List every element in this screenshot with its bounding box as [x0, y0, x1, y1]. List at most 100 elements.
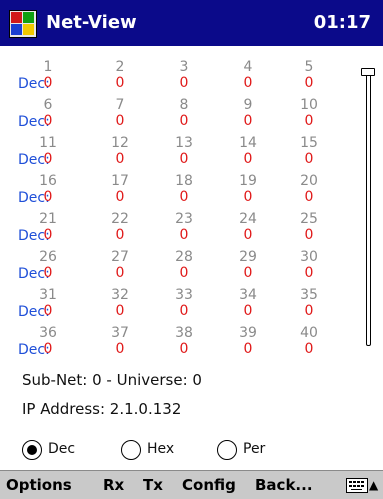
radio-dec-circle[interactable]: [22, 440, 42, 460]
channel-value[interactable]: 0: [28, 304, 68, 319]
channel-value[interactable]: 0: [289, 342, 329, 357]
radio-hex-label: Hex: [147, 441, 175, 457]
channel-value[interactable]: 0: [164, 342, 204, 357]
channel-value[interactable]: 0: [289, 114, 329, 129]
channel-cell[interactable]: 11 0: [28, 132, 68, 170]
channel-cell[interactable]: 32 0: [100, 284, 140, 322]
keyboard-icon[interactable]: [346, 478, 368, 493]
channel-value[interactable]: 0: [100, 228, 140, 243]
channel-cell[interactable]: 38 0: [164, 322, 204, 360]
channel-cell[interactable]: 37 0: [100, 322, 140, 360]
menu-tx[interactable]: Tx: [143, 471, 163, 499]
channel-cell[interactable]: 20 0: [289, 170, 329, 208]
channel-cell[interactable]: 30: [164, 56, 204, 94]
channel-value[interactable]: 0: [289, 304, 329, 319]
channel-cell[interactable]: 60: [28, 94, 68, 132]
clock[interactable]: 01:17: [314, 0, 371, 46]
channel-value[interactable]: 0: [289, 190, 329, 205]
channel-cell[interactable]: 33 0: [164, 284, 204, 322]
channel-value[interactable]: 0: [28, 152, 68, 167]
channel-value[interactable]: 0: [28, 190, 68, 205]
channel-value[interactable]: 0: [228, 114, 268, 129]
scroll-thumb[interactable]: [361, 68, 375, 76]
grid-row: Dec: 16 0 17 0 18 0 19 0 20 0: [0, 170, 360, 208]
channel-value[interactable]: 0: [28, 266, 68, 281]
channel-value[interactable]: 0: [228, 190, 268, 205]
channel-value[interactable]: 0: [228, 76, 268, 91]
channel-value[interactable]: 0: [164, 266, 204, 281]
channel-cell[interactable]: 70: [100, 94, 140, 132]
channel-cell[interactable]: 21 0: [28, 208, 68, 246]
channel-cell[interactable]: 13 0: [164, 132, 204, 170]
channel-value[interactable]: 0: [164, 228, 204, 243]
channel-value[interactable]: 0: [289, 76, 329, 91]
channel-value[interactable]: 0: [100, 76, 140, 91]
channel-value[interactable]: 0: [100, 152, 140, 167]
channel-value[interactable]: 0: [100, 190, 140, 205]
channel-cell[interactable]: 31 0: [28, 284, 68, 322]
menu-rx[interactable]: Rx: [103, 471, 124, 499]
up-arrow-icon[interactable]: ▲: [369, 471, 378, 499]
channel-cell[interactable]: 80: [164, 94, 204, 132]
channel-cell[interactable]: 14 0: [228, 132, 268, 170]
channel-value[interactable]: 0: [228, 342, 268, 357]
channel-value[interactable]: 0: [164, 114, 204, 129]
channel-cell[interactable]: 25 0: [289, 208, 329, 246]
channel-cell[interactable]: 30 0: [289, 246, 329, 284]
app-logo-icon[interactable]: [9, 10, 37, 38]
channel-value[interactable]: 0: [289, 266, 329, 281]
channel-value[interactable]: 0: [100, 114, 140, 129]
channel-cell[interactable]: 24 0: [228, 208, 268, 246]
channel-cell[interactable]: 20: [100, 56, 140, 94]
channel-value[interactable]: 0: [164, 304, 204, 319]
channel-value[interactable]: 0: [28, 114, 68, 129]
channel-value[interactable]: 0: [228, 266, 268, 281]
channel-number: 24: [239, 211, 257, 227]
channel-value[interactable]: 0: [289, 228, 329, 243]
channel-cell[interactable]: 18 0: [164, 170, 204, 208]
channel-cell[interactable]: 50: [289, 56, 329, 94]
channel-cell[interactable]: 22 0: [100, 208, 140, 246]
channel-cell[interactable]: 15 0: [289, 132, 329, 170]
menu-back[interactable]: Back...: [255, 471, 313, 499]
radio-dec-label: Dec: [48, 441, 76, 457]
channel-value[interactable]: 0: [228, 152, 268, 167]
channel-value[interactable]: 0: [28, 76, 68, 91]
menu-options[interactable]: Options: [6, 471, 72, 499]
channel-cell[interactable]: 26 0: [28, 246, 68, 284]
channel-value[interactable]: 0: [164, 76, 204, 91]
channel-cell[interactable]: 36 0: [28, 322, 68, 360]
channel-value[interactable]: 0: [28, 228, 68, 243]
channel-cell[interactable]: 12 0: [100, 132, 140, 170]
channel-cell[interactable]: 39 0: [228, 322, 268, 360]
channel-cell[interactable]: 29 0: [228, 246, 268, 284]
channel-value[interactable]: 0: [100, 266, 140, 281]
channel-cell[interactable]: 40 0: [289, 322, 329, 360]
channel-value[interactable]: 0: [289, 152, 329, 167]
channel-cell[interactable]: 10 0: [289, 94, 329, 132]
channel-cell[interactable]: 16 0: [28, 170, 68, 208]
channel-value[interactable]: 0: [164, 152, 204, 167]
channel-value[interactable]: 0: [100, 304, 140, 319]
channel-number: 31: [39, 287, 57, 303]
channel-cell[interactable]: 40: [228, 56, 268, 94]
channel-cell[interactable]: 19 0: [228, 170, 268, 208]
channel-cell[interactable]: 27 0: [100, 246, 140, 284]
vertical-scrollbar[interactable]: [361, 68, 375, 346]
channel-value[interactable]: 0: [28, 342, 68, 357]
channel-value[interactable]: 0: [100, 342, 140, 357]
channel-cell[interactable]: 90: [228, 94, 268, 132]
radio-per-circle[interactable]: [217, 440, 237, 460]
channel-cell[interactable]: 35 0: [289, 284, 329, 322]
scroll-track[interactable]: [366, 74, 371, 346]
channel-value[interactable]: 0: [228, 228, 268, 243]
channel-cell[interactable]: 23 0: [164, 208, 204, 246]
radio-hex-circle[interactable]: [121, 440, 141, 460]
channel-value[interactable]: 0: [164, 190, 204, 205]
menu-config[interactable]: Config: [182, 471, 236, 499]
channel-cell[interactable]: 34 0: [228, 284, 268, 322]
channel-cell[interactable]: 10: [28, 56, 68, 94]
channel-cell[interactable]: 28 0: [164, 246, 204, 284]
channel-cell[interactable]: 17 0: [100, 170, 140, 208]
channel-value[interactable]: 0: [228, 304, 268, 319]
